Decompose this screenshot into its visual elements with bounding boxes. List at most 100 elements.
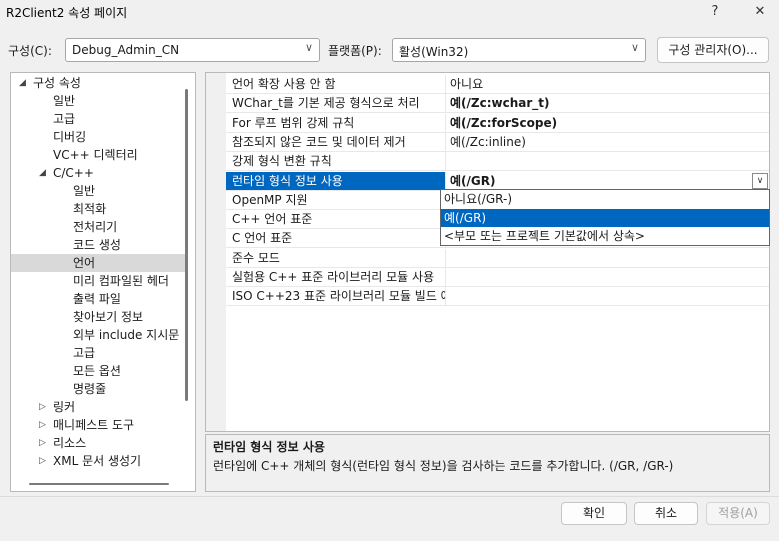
tree-vertical-scrollbar[interactable] xyxy=(185,89,188,401)
property-value[interactable]: 예(/Zc:wchar_t) xyxy=(446,94,769,114)
property-value[interactable] xyxy=(446,152,769,172)
tree-item[interactable]: 디버깅 xyxy=(11,128,185,146)
tree-item-label: 일반 xyxy=(73,184,96,198)
platform-label: 플랫폼(P): xyxy=(328,44,382,58)
tree-item-label: 출력 파일 xyxy=(73,292,121,306)
tree-item-label: 외부 include 지시문 xyxy=(73,328,180,342)
tree-item[interactable]: ▷ 매니페스트 도구 xyxy=(11,416,185,434)
cancel-button[interactable]: 취소 xyxy=(634,502,698,525)
expanded-arrow-icon[interactable]: ◢ xyxy=(19,74,26,92)
tree-item[interactable]: ◢ C/C++ xyxy=(11,164,185,182)
property-row[interactable]: 강제 형식 변환 규칙 xyxy=(206,152,769,172)
chevron-down-icon: ∨ xyxy=(630,41,639,54)
tree-item[interactable]: 모든 옵션 xyxy=(11,362,185,380)
property-value[interactable]: 예(/GR) xyxy=(446,172,769,191)
collapsed-arrow-icon[interactable]: ▷ xyxy=(39,398,46,416)
property-name: 런타임 형식 정보 사용 xyxy=(226,171,446,191)
tree-item[interactable]: 명령줄 xyxy=(11,380,185,398)
footer-divider xyxy=(0,496,779,497)
collapsed-arrow-icon[interactable]: ▷ xyxy=(39,452,46,470)
tree-item-label: 고급 xyxy=(53,112,76,126)
property-name: 실험용 C++ 표준 라이브러리 모듈 사용 xyxy=(226,268,446,287)
property-name: 언어 확장 사용 안 함 xyxy=(226,75,446,94)
property-name: C++ 언어 표준 xyxy=(226,210,446,230)
tree-item[interactable]: 일반 xyxy=(11,182,185,200)
tree-item-label: 링커 xyxy=(53,400,76,414)
ok-button[interactable]: 확인 xyxy=(561,502,627,525)
tree-item[interactable]: 언어 xyxy=(11,254,185,272)
tree-item-label: 리소스 xyxy=(53,436,87,450)
tree-item[interactable]: 미리 컴파일된 헤더 xyxy=(11,272,185,290)
tree-item-label: XML 문서 생성기 xyxy=(53,454,142,468)
tree-item[interactable]: 전처리기 xyxy=(11,218,185,236)
tree-item-label: 일반 xyxy=(53,94,76,108)
configuration-label: 구성(C): xyxy=(8,44,52,58)
collapsed-arrow-icon[interactable]: ▷ xyxy=(39,434,46,452)
platform-combo[interactable]: 활성(Win32) ∨ xyxy=(392,38,646,62)
property-name: OpenMP 지원 xyxy=(226,190,446,210)
tree-item-label: 매니페스트 도구 xyxy=(53,418,135,432)
tree-item[interactable]: ▷ 링커 xyxy=(11,398,185,416)
expanded-arrow-icon[interactable]: ◢ xyxy=(39,164,46,182)
property-value[interactable] xyxy=(446,249,769,268)
property-row[interactable]: WChar_t를 기본 제공 형식으로 처리 예(/Zc:wchar_t) xyxy=(206,94,769,114)
tree-item[interactable]: 코드 생성 xyxy=(11,236,185,254)
tree-item[interactable]: ▷ 리소스 xyxy=(11,434,185,452)
property-name: 강제 형식 변환 규칙 xyxy=(226,152,446,172)
property-name: 참조되지 않은 코드 및 데이터 제거 xyxy=(226,132,446,152)
description-panel: 런타임 형식 정보 사용 런타임에 C++ 개체의 형식(런타임 형식 정보)을… xyxy=(205,434,770,492)
property-row[interactable]: 참조되지 않은 코드 및 데이터 제거 예(/Zc:inline) xyxy=(206,132,769,152)
tree-item[interactable]: 고급 xyxy=(11,110,185,128)
property-row[interactable]: 실험용 C++ 표준 라이브러리 모듈 사용 xyxy=(206,268,769,287)
collapsed-arrow-icon[interactable]: ▷ xyxy=(39,416,46,434)
apply-button[interactable]: 적용(A) xyxy=(706,502,770,525)
help-button[interactable]: ? xyxy=(695,0,735,24)
tree-item-label: 찾아보기 정보 xyxy=(73,310,144,324)
tree-item[interactable]: 일반 xyxy=(11,92,185,110)
tree-item[interactable]: ▷ XML 문서 생성기 xyxy=(11,452,185,470)
property-row[interactable]: 언어 확장 사용 안 함 아니요 xyxy=(206,75,769,94)
property-row[interactable]: 준수 모드 xyxy=(206,248,769,268)
tree-item[interactable]: 고급 xyxy=(11,344,185,362)
tree-item-label: 구성 속성 xyxy=(33,76,81,90)
tree-item[interactable]: 최적화 xyxy=(11,200,185,218)
configuration-manager-button[interactable]: 구성 관리자(O)... xyxy=(657,37,769,63)
tree-item[interactable]: 찾아보기 정보 xyxy=(11,308,185,326)
tree-item-label: VC++ 디렉터리 xyxy=(53,148,138,162)
close-button[interactable]: ✕ xyxy=(740,0,779,24)
dropdown-option[interactable]: 예(/GR) xyxy=(441,208,769,227)
property-name: For 루프 범위 강제 규칙 xyxy=(226,113,446,133)
tree-horizontal-scrollbar[interactable] xyxy=(29,483,169,485)
dropdown-option[interactable]: <부모 또는 프로젝트 기본값에서 상속> xyxy=(441,227,769,245)
property-name: ISO C++23 표준 라이브러리 모듈 빌드 예 xyxy=(226,287,446,307)
tree-item-label: 코드 생성 xyxy=(73,238,121,252)
tree-item[interactable]: 외부 include 지시문 xyxy=(11,326,185,344)
tree-item-label: 최적화 xyxy=(73,202,107,216)
window-title: R2Client2 속성 페이지 xyxy=(6,6,128,20)
property-tree: ◢ 구성 속성 일반 고급 디버깅 VC++ 디렉터리 ◢ C/C++ 일반 최적화 전처리기 코드 … xyxy=(10,72,196,492)
value-dropdown-list: 아니요(/GR-) 예(/GR) <부모 또는 프로젝트 기본값에서 상속> xyxy=(440,189,770,246)
tree-item[interactable]: VC++ 디렉터리 xyxy=(11,146,185,164)
property-name: C 언어 표준 xyxy=(226,229,446,249)
tree-item-label: 전처리기 xyxy=(73,220,118,234)
property-value[interactable]: 아니요 xyxy=(446,75,769,94)
property-row[interactable]: 런타임 형식 정보 사용 예(/GR) ∨ xyxy=(206,171,769,191)
property-row[interactable]: ISO C++23 표준 라이브러리 모듈 빌드 예 xyxy=(206,287,769,307)
tree-item-label: 디버깅 xyxy=(53,130,87,144)
tree-item[interactable]: 출력 파일 xyxy=(11,290,185,308)
property-value[interactable]: 예(/Zc:inline) xyxy=(446,133,769,152)
configuration-value: Debug_Admin_CN xyxy=(72,43,180,57)
tree-item[interactable]: ◢ 구성 속성 xyxy=(11,74,185,92)
dropdown-option[interactable]: 아니요(/GR-) xyxy=(441,190,769,208)
description-title: 런타임 형식 정보 사용 xyxy=(213,440,325,454)
tree-item-label: 고급 xyxy=(73,346,96,360)
property-value[interactable] xyxy=(446,268,769,287)
property-grid: 언어 확장 사용 안 함 아니요 WChar_t를 기본 제공 형식으로 처리 예(/… xyxy=(205,72,770,432)
chevron-down-icon[interactable]: ∨ xyxy=(752,172,768,189)
property-name: WChar_t를 기본 제공 형식으로 처리 xyxy=(226,94,446,114)
property-value[interactable] xyxy=(446,287,769,307)
configuration-combo[interactable]: Debug_Admin_CN ∨ xyxy=(65,38,320,62)
property-row[interactable]: For 루프 범위 강제 규칙 예(/Zc:forScope) xyxy=(206,113,769,133)
property-value[interactable]: 예(/Zc:forScope) xyxy=(446,114,769,133)
tree-item-label: 모든 옵션 xyxy=(73,364,121,378)
